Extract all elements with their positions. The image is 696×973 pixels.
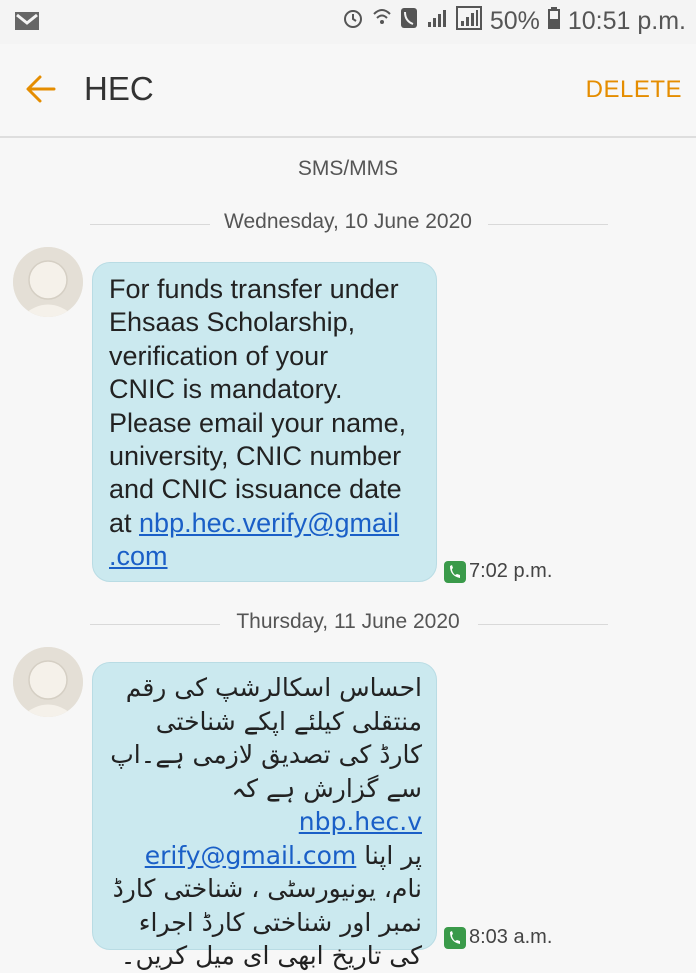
app-bar: HEC DELETE [0, 44, 696, 138]
avatar[interactable] [13, 247, 83, 317]
email-link[interactable]: nbp.hec.v [299, 807, 422, 836]
message-bubble[interactable]: احساس اسکالرشپ کی رقم منتقلی کیلئے اپکے … [92, 662, 437, 970]
message-text: For funds transfer under Ehsaas Scholars… [109, 274, 407, 572]
email-link-continued[interactable]: .com [109, 541, 168, 571]
battery-percent: 50% [489, 7, 540, 35]
message-timestamp: 7:02 p.m. [444, 560, 552, 583]
delete-button[interactable]: DELETE [586, 76, 682, 104]
date-divider: Thursday, 11 June 2020 [0, 610, 696, 640]
battery-icon [547, 7, 560, 36]
sim-call-icon [444, 926, 466, 949]
gmail-icon [14, 11, 40, 35]
signal-icon-2 [455, 6, 482, 37]
date-label: Wednesday, 10 June 2020 [224, 210, 472, 233]
avatar[interactable] [13, 647, 83, 717]
email-link-continued[interactable]: erify@gmail.com [145, 841, 357, 870]
wifi-call-icon [372, 6, 392, 37]
back-arrow-icon[interactable] [24, 72, 58, 106]
conversation-title: HEC [84, 70, 154, 107]
alarm-icon [342, 7, 364, 36]
clock: 10:51 p.m. [567, 7, 686, 35]
message-bubble[interactable]: For funds transfer under Ehsaas Scholars… [92, 262, 437, 582]
phone-icon [400, 7, 418, 36]
signal-icon-1 [426, 7, 448, 36]
message-text: احساس اسکالرشپ کی رقم منتقلی کیلئے اپکے … [110, 673, 422, 970]
date-label: Thursday, 11 June 2020 [236, 610, 460, 633]
status-bar: 50% 10:51 p.m. [0, 0, 696, 44]
email-link[interactable]: nbp.hec.verify@gmail [139, 508, 399, 538]
sim-call-icon [444, 560, 466, 583]
channel-label: SMS/MMS [297, 157, 399, 180]
date-divider: Wednesday, 10 June 2020 [0, 210, 696, 240]
message-timestamp: 8:03 a.m. [444, 926, 552, 949]
